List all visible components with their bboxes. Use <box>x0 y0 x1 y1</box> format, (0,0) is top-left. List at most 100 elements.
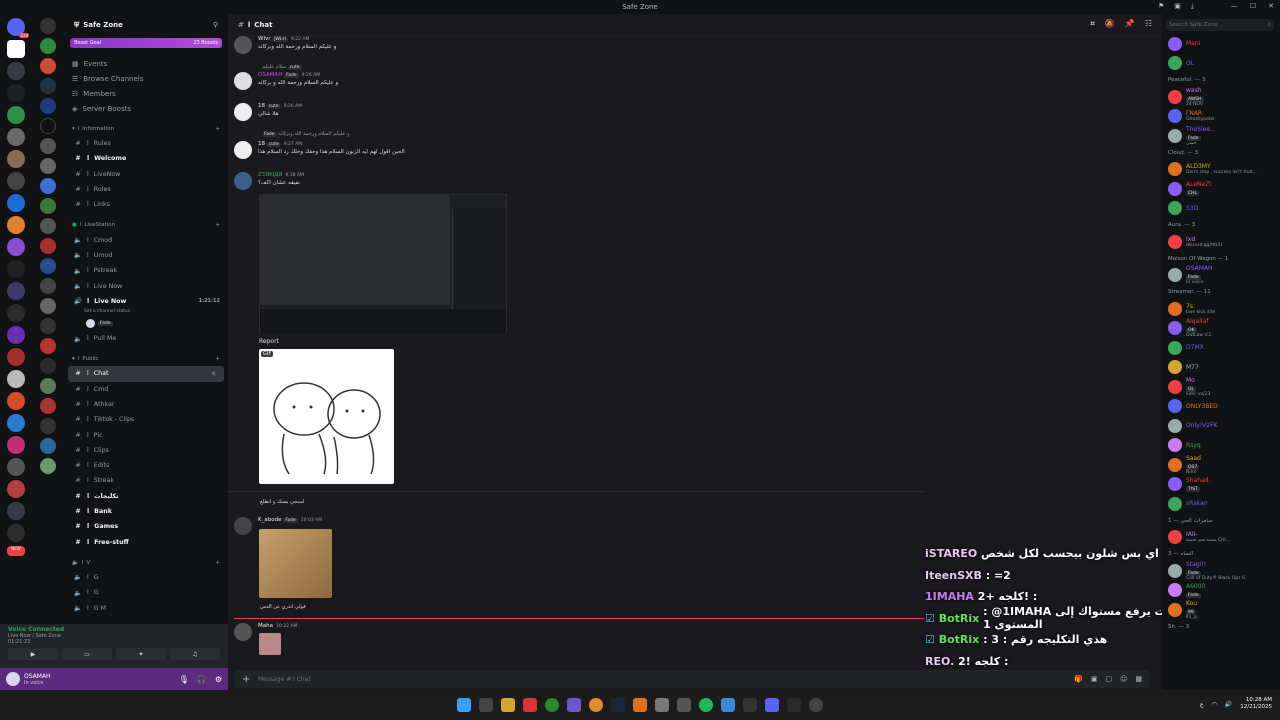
nav-members[interactable]: ☷ Members <box>64 86 228 101</box>
author-name[interactable]: OSAMAH <box>258 72 282 78</box>
member-item[interactable]: TheSlee... Fade حسي <box>1162 126 1280 146</box>
gif-picker-icon[interactable]: ▣ <box>1091 675 1098 683</box>
server-icon[interactable] <box>40 198 56 214</box>
member-item[interactable]: wash AWSH 24 NOV <box>1162 87 1280 107</box>
channel-streak[interactable]: # ا Streak <box>64 473 228 488</box>
member-item[interactable]: OL <box>1162 54 1280 74</box>
soundboard-icon[interactable]: ♫ <box>170 648 220 660</box>
category-v[interactable]: 🔈 ا V + <box>64 556 228 570</box>
member-item[interactable]: Kou 99 Ks_pj <box>1162 600 1280 620</box>
member-item[interactable]: ALeNeZi CHL <box>1162 179 1280 199</box>
avatar[interactable] <box>1168 438 1182 453</box>
member-item[interactable]: Saad OS7 Ninn <box>1162 455 1280 475</box>
app-icon[interactable] <box>523 698 537 712</box>
image-attachment[interactable] <box>259 194 507 333</box>
inbox-icon[interactable]: ▣ <box>1174 2 1181 11</box>
avatar[interactable] <box>1168 530 1182 545</box>
add-channel-icon[interactable]: + <box>215 356 220 362</box>
app-icon[interactable] <box>809 698 823 712</box>
gif-attachment[interactable]: GIF <box>259 349 394 484</box>
nav-events[interactable]: ▦ Events <box>64 56 228 71</box>
nav-browse-channels[interactable]: ☰ Browse Channels <box>64 71 228 86</box>
voice-channel-umod[interactable]: 🔈 ا Umod <box>64 248 228 263</box>
activity-icon[interactable]: ✦ <box>116 648 166 660</box>
dog-image-attachment[interactable] <box>259 529 332 598</box>
server-icon[interactable] <box>7 172 25 190</box>
server-icon[interactable] <box>7 304 25 322</box>
avatar[interactable] <box>1168 399 1182 414</box>
apps-icon[interactable]: ▦ <box>1135 675 1142 683</box>
user-name[interactable]: OSAMAH <box>24 673 51 680</box>
category-livestation[interactable]: ● ا LiveStation + <box>64 218 228 232</box>
author-name[interactable]: K_abode <box>258 517 281 523</box>
maximize-icon[interactable]: ☐ <box>1250 2 1256 10</box>
add-channel-icon[interactable]: + <box>215 560 220 566</box>
app-icon[interactable] <box>589 698 603 712</box>
server-icon[interactable] <box>7 150 25 168</box>
channel-athkar[interactable]: # ا Athkar <box>64 397 228 412</box>
close-icon[interactable]: ✕ <box>1268 2 1274 10</box>
server-icon[interactable] <box>40 358 56 374</box>
channel-bank[interactable]: # ا Bank <box>64 504 228 519</box>
author-name[interactable]: ZΞЯKIДЯ <box>258 172 282 178</box>
sticker-icon[interactable]: ▢ <box>1105 675 1112 683</box>
category-information[interactable]: ▾ ا Information + <box>64 122 228 136</box>
member-item[interactable]: Ixd discord.gg/tKUU <box>1162 232 1280 252</box>
channel-clips[interactable]: # ا Clips <box>64 443 228 458</box>
avatar[interactable] <box>1168 457 1182 472</box>
server-icon[interactable] <box>40 178 56 194</box>
voice-channel-live-now-active[interactable]: 🔊 ا Live Now 1:21:12 <box>64 294 228 309</box>
avatar[interactable] <box>1168 360 1182 375</box>
search-input[interactable]: Search Safe Zone ⌕ <box>1166 19 1274 31</box>
server-icon[interactable] <box>40 218 56 234</box>
member-item[interactable]: D7MX <box>1162 338 1280 358</box>
server-icon[interactable] <box>7 194 25 212</box>
server-icon[interactable] <box>40 238 56 254</box>
avatar[interactable] <box>1168 340 1182 355</box>
avatar[interactable] <box>1168 496 1182 511</box>
app-icon[interactable] <box>721 698 735 712</box>
author-name[interactable]: 18 <box>258 141 265 147</box>
member-item[interactable]: Only!V2FK <box>1162 416 1280 436</box>
message[interactable]: 18 cute 9:27 AM الحين اقول لهم ايه الزبون… <box>234 141 405 159</box>
members-toggle-icon[interactable]: ☷ <box>1145 19 1152 29</box>
clock[interactable]: 10:28 AM 12/21/2025 <box>1240 697 1272 711</box>
server-icon[interactable] <box>7 436 25 454</box>
avatar[interactable] <box>234 36 252 54</box>
message[interactable]: Wlvr JWLH 9:22 AM و عليكم السلام ورحمة ال… <box>234 36 336 54</box>
server-icon[interactable] <box>40 378 56 394</box>
avatar[interactable] <box>1168 36 1182 51</box>
avatar[interactable] <box>1168 268 1182 283</box>
member-item[interactable]: ONLY3BED <box>1162 397 1280 417</box>
message[interactable]: OSAMAH Fade 9:26 AM و عليكم السلام ورحمة … <box>234 72 338 90</box>
boost-goal-bar[interactable]: Boost Goal 23 Boosts <box>70 38 222 48</box>
server-icon[interactable] <box>40 58 56 74</box>
minimize-icon[interactable]: — <box>1231 2 1238 10</box>
avatar[interactable] <box>1168 379 1182 394</box>
spotify-icon[interactable] <box>699 698 713 712</box>
avatar[interactable] <box>234 72 252 90</box>
voice-channel-g[interactable]: 🔈 ا G <box>64 585 228 600</box>
server-icon[interactable] <box>7 84 25 102</box>
server-icon[interactable] <box>7 106 25 124</box>
member-item[interactable]: M77 <box>1162 358 1280 378</box>
reply-preview[interactable]: سلام عليكم cute <box>262 64 302 70</box>
add-server-icon[interactable] <box>7 524 25 542</box>
server-icon[interactable] <box>40 338 56 354</box>
add-channel-icon[interactable]: + <box>215 126 220 132</box>
channel-pic[interactable]: # ا Pic <box>64 427 228 442</box>
server-icon[interactable] <box>40 78 56 94</box>
server-icon[interactable] <box>40 458 56 474</box>
server-icon[interactable] <box>7 326 25 344</box>
channel-links[interactable]: # ا Links <box>64 197 228 212</box>
deafen-icon[interactable]: 🎧 <box>197 675 207 684</box>
member-item[interactable]: ΓNAR Ghostlypatel <box>1162 107 1280 127</box>
author-name[interactable]: Wlvr <box>258 36 270 42</box>
member-item[interactable]: IAII- منصة نجم نجمنة Cm... <box>1162 528 1280 548</box>
voice-channel-pstreak[interactable]: 🔈 ا Pstreak <box>64 263 228 278</box>
avatar[interactable] <box>1168 418 1182 433</box>
volume-icon[interactable]: 🔊 <box>1225 701 1232 708</box>
server-icon[interactable] <box>7 282 25 300</box>
voice-channel-g[interactable]: 🔈 ا G <box>64 570 228 585</box>
server-icon[interactable] <box>7 502 25 520</box>
